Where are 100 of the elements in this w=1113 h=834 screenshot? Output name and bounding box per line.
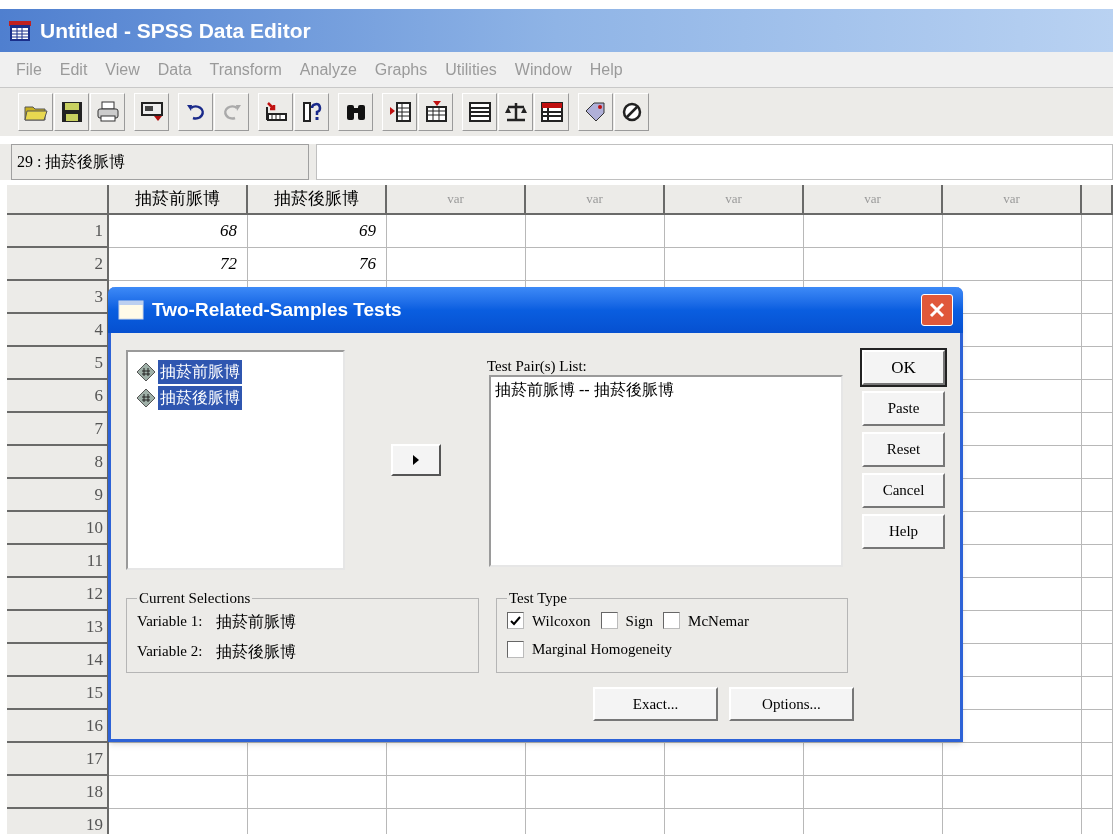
toolbar-button[interactable]: [134, 93, 169, 131]
row-header[interactable]: 19: [7, 809, 109, 834]
table-icon: [466, 99, 493, 125]
row-header[interactable]: 2: [7, 248, 109, 281]
variable-item[interactable]: 抽菸前脈博: [158, 360, 242, 384]
dialog-button[interactable]: Reset: [862, 432, 945, 467]
table-cell: [1082, 248, 1113, 281]
spreadsheet-icon: [8, 18, 32, 43]
variable-value: 抽菸後脈博: [216, 641, 297, 662]
row-header[interactable]: 5: [7, 347, 109, 380]
row-header[interactable]: 3: [7, 281, 109, 314]
row-header[interactable]: 4: [7, 314, 109, 347]
row-header[interactable]: 18: [7, 776, 109, 809]
window-icon: [118, 300, 144, 320]
dialog-button[interactable]: Options...: [729, 687, 854, 721]
dialog-title: Two-Related-Samples Tests: [152, 297, 403, 322]
check-icon: [510, 615, 521, 626]
toolbar-button[interactable]: [534, 93, 569, 131]
column-header[interactable]: 抽菸後脈博: [248, 185, 387, 215]
toolbar-button[interactable]: [578, 93, 613, 131]
variable-value: 抽菸前脈博: [216, 611, 297, 632]
row-header[interactable]: 14: [7, 644, 109, 677]
toolbar-button[interactable]: [294, 93, 329, 131]
group-title: Test Type: [508, 589, 569, 608]
row-header[interactable]: 15: [7, 677, 109, 710]
checkbox-option[interactable]: McNemar: [663, 609, 749, 632]
checkbox-option[interactable]: Marginal Homogeneity: [507, 638, 673, 661]
list-label: Test Pair(s) List:: [487, 358, 588, 375]
row-header[interactable]: 9: [7, 479, 109, 512]
table-cell: [1082, 677, 1113, 710]
dialog-button[interactable]: Paste: [862, 391, 945, 426]
toolbar-button[interactable]: [498, 93, 533, 131]
table-cell: [1082, 413, 1113, 446]
grid-select-icon: [538, 99, 565, 125]
toolbar-button[interactable]: [178, 93, 213, 131]
cell-value-field[interactable]: [316, 144, 1113, 180]
table-cell: 69: [248, 215, 387, 248]
checkbox[interactable]: [663, 612, 681, 630]
table-cell: [1082, 281, 1113, 314]
arrow-icon: [412, 455, 419, 465]
table-cell: [1082, 347, 1113, 380]
toolbar-button[interactable]: [54, 93, 89, 131]
row-header[interactable]: 12: [7, 578, 109, 611]
table-cell: [1082, 512, 1113, 545]
variable-list[interactable]: 抽菸前脈博 抽菸後脈博: [126, 350, 345, 570]
table-cell: 72: [109, 248, 248, 281]
row-header[interactable]: 10: [7, 512, 109, 545]
toolbar-button[interactable]: [338, 93, 373, 131]
variable-item[interactable]: 抽菸後脈博: [158, 386, 242, 410]
toolbar-button[interactable]: [382, 93, 417, 131]
table-cell: [1082, 710, 1113, 743]
table-cell: [1082, 611, 1113, 644]
row-header[interactable]: 6: [7, 380, 109, 413]
close-icon: [928, 301, 946, 319]
table-cell: [1082, 446, 1113, 479]
variable-label: Variable 2:: [137, 641, 203, 661]
dialog-button[interactable]: Help: [862, 514, 945, 549]
table-cell: [1082, 776, 1113, 809]
row-header[interactable]: 17: [7, 743, 109, 776]
table-cell: 76: [248, 248, 387, 281]
table-cell: [1082, 743, 1113, 776]
checkbox[interactable]: [507, 640, 524, 658]
table-cell: [1082, 215, 1113, 248]
pair-item[interactable]: 抽菸前脈博 -- 抽菸後脈博: [495, 378, 837, 402]
row-header[interactable]: 16: [7, 710, 109, 743]
toolbar-button[interactable]: [614, 93, 649, 131]
printer-icon: [94, 99, 121, 125]
dialog-button[interactable]: Exact...: [593, 687, 718, 721]
row-header[interactable]: 7: [7, 413, 109, 446]
row-header[interactable]: 1: [7, 215, 109, 248]
group-title: Current Selections: [138, 589, 252, 608]
row-header[interactable]: 13: [7, 611, 109, 644]
toolbar-button[interactable]: [258, 93, 293, 131]
move-button[interactable]: [390, 444, 441, 476]
table-cell: [1082, 314, 1113, 347]
checkbox-option[interactable]: Sign: [600, 609, 654, 632]
column-header[interactable]: [1082, 185, 1113, 215]
row-header[interactable]: 11: [7, 545, 109, 578]
table-cell: [1082, 380, 1113, 413]
column-header[interactable]: 抽菸前脈博: [109, 185, 248, 215]
table-cell: [1082, 578, 1113, 611]
close-button[interactable]: [921, 294, 953, 326]
row-header[interactable]: 8: [7, 446, 109, 479]
toolbar-button[interactable]: [462, 93, 497, 131]
variable-label: Variable 1:: [137, 611, 203, 631]
dialog-button[interactable]: OK: [862, 350, 945, 385]
dialog-button[interactable]: Cancel: [862, 473, 945, 508]
table-cell: [1082, 545, 1113, 578]
checkbox-option[interactable]: Wilcoxon: [507, 609, 591, 632]
test-pair-list[interactable]: 抽菸前脈博 -- 抽菸後脈博: [489, 375, 843, 567]
table-cell: [1082, 644, 1113, 677]
table-cell: [1082, 479, 1113, 512]
window-title: Untitled - SPSS Data Editor: [40, 17, 311, 44]
cell-reference: 29 : 抽菸後脈博: [11, 144, 309, 180]
checkbox[interactable]: [600, 612, 618, 630]
numeric-variable-icon: [136, 388, 156, 408]
toolbar-button[interactable]: [418, 93, 453, 131]
table-cell: 68: [109, 215, 248, 248]
numeric-variable-icon: [136, 362, 156, 382]
checkbox[interactable]: [507, 612, 524, 630]
